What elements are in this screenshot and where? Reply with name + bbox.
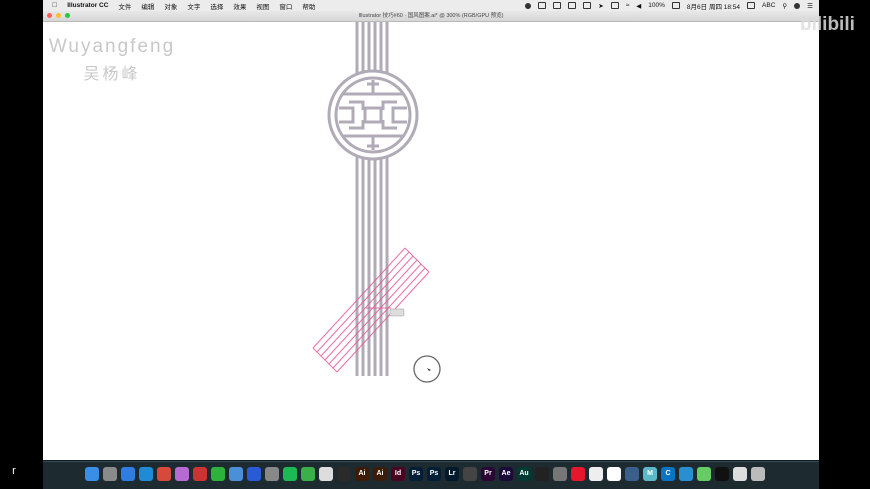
settings-icon[interactable] bbox=[553, 467, 567, 481]
premiere-icon[interactable]: Pr bbox=[481, 467, 495, 481]
keyboard-icon[interactable] bbox=[747, 2, 756, 9]
menu-edit[interactable]: 编辑 bbox=[141, 1, 154, 11]
menu-select[interactable]: 选择 bbox=[210, 1, 223, 11]
siri-icon[interactable] bbox=[794, 2, 801, 9]
illustrator-icon[interactable]: Ai bbox=[373, 467, 387, 481]
cloud-icon[interactable]: C bbox=[661, 467, 675, 481]
menu-object[interactable]: 对象 bbox=[164, 1, 177, 11]
battery-text[interactable]: 100% bbox=[648, 2, 665, 9]
spotify-icon[interactable] bbox=[283, 467, 297, 481]
selected-rotated-stripes[interactable] bbox=[312, 247, 430, 373]
artboard-canvas[interactable]: Wuyangfeng 吴杨峰 bbox=[43, 22, 819, 460]
finder-icon[interactable] bbox=[85, 467, 99, 481]
watermark-name-cn: 吴杨峰 bbox=[83, 66, 141, 83]
feather-icon[interactable] bbox=[697, 467, 711, 481]
bird-icon[interactable] bbox=[589, 467, 603, 481]
apple-icon[interactable]:  bbox=[52, 2, 57, 9]
text-icon[interactable] bbox=[607, 467, 621, 481]
display-icon[interactable] bbox=[583, 2, 592, 9]
mweb-icon[interactable]: M bbox=[643, 467, 657, 481]
appstore-icon[interactable] bbox=[121, 467, 135, 481]
game-icon[interactable] bbox=[193, 467, 207, 481]
maps-icon[interactable] bbox=[301, 467, 315, 481]
audition-icon[interactable]: Au bbox=[517, 467, 531, 481]
screen:  Illustrator CC 文件 编辑 对象 文字 选择 效果 视图 窗口… bbox=[43, 0, 819, 489]
font-icon[interactable] bbox=[319, 467, 333, 481]
dock-apps: Ai Ai Id Ps Ps Lr Pr Ae Au M C bbox=[85, 467, 769, 481]
lightroom-icon[interactable]: Lr bbox=[445, 467, 459, 481]
baidu-icon[interactable] bbox=[247, 467, 261, 481]
artwork bbox=[312, 22, 441, 383]
watermark-name-en: Wuyangfeng bbox=[48, 36, 176, 57]
minimize-button[interactable] bbox=[56, 13, 61, 18]
document-title: Illustrator 技巧#60 · 国风图案.ai* @ 300% (RGB… bbox=[358, 13, 504, 19]
close-button[interactable] bbox=[47, 13, 52, 18]
volume-icon[interactable]: ◀ bbox=[636, 2, 641, 10]
indesign-icon[interactable]: Id bbox=[391, 467, 405, 481]
launchpad-icon[interactable] bbox=[103, 467, 117, 481]
wifi-icon[interactable]: ≈ bbox=[626, 2, 630, 9]
menu-window[interactable]: 窗口 bbox=[279, 1, 292, 11]
menu-effect[interactable]: 效果 bbox=[233, 1, 246, 11]
photoshop-icon[interactable]: Ps bbox=[409, 467, 423, 481]
bilibili-logo: bilibili bbox=[800, 14, 855, 35]
menu-file[interactable]: 文件 bbox=[118, 1, 131, 11]
menu-type[interactable]: 文字 bbox=[187, 1, 200, 11]
status-area: ➤ ≈ ◀ 100% 8月6日 周四 18:54 ABC ⚲ ☰ bbox=[518, 1, 819, 11]
clapper-icon[interactable] bbox=[463, 467, 477, 481]
screen-icon[interactable] bbox=[715, 467, 729, 481]
photoshop-icon[interactable]: Ps bbox=[427, 467, 441, 481]
menu-help[interactable]: 帮助 bbox=[302, 1, 315, 11]
trash-icon[interactable] bbox=[751, 467, 765, 481]
input-method[interactable]: ABC bbox=[762, 2, 775, 9]
cursor-icon[interactable]: ➤ bbox=[598, 2, 603, 10]
record-icon[interactable] bbox=[535, 467, 549, 481]
clock[interactable]: 8月6日 周四 18:54 bbox=[687, 1, 740, 11]
battery-icon[interactable] bbox=[671, 2, 680, 9]
window-icon[interactable] bbox=[553, 2, 562, 9]
window-controls bbox=[47, 13, 74, 18]
wechat-icon[interactable] bbox=[211, 467, 225, 481]
sync-icon[interactable] bbox=[679, 467, 693, 481]
notification-center-icon[interactable]: ☰ bbox=[807, 2, 813, 10]
clipboard-icon[interactable] bbox=[568, 2, 577, 9]
menu-view[interactable]: 视图 bbox=[256, 1, 269, 11]
bluetooth-icon[interactable] bbox=[610, 2, 619, 9]
search-icon[interactable]: ⚲ bbox=[782, 2, 787, 10]
terminal-icon[interactable] bbox=[337, 467, 351, 481]
cyberduck-icon[interactable] bbox=[625, 467, 639, 481]
preview-icon[interactable] bbox=[733, 467, 747, 481]
click-indicator bbox=[413, 355, 441, 383]
rotate-cursor bbox=[389, 308, 405, 317]
round-ornament[interactable] bbox=[327, 69, 419, 161]
aftereffects-icon[interactable]: Ae bbox=[499, 467, 513, 481]
xcode-icon[interactable] bbox=[229, 467, 243, 481]
menu-app-name[interactable]: Illustrator CC bbox=[67, 2, 108, 9]
dock: Ai Ai Id Ps Ps Lr Pr Ae Au M C bbox=[43, 461, 819, 489]
screen-mirror-icon[interactable] bbox=[538, 2, 547, 9]
weibo-icon[interactable] bbox=[571, 467, 585, 481]
illustrator-icon[interactable]: Ai bbox=[355, 467, 369, 481]
record-icon[interactable] bbox=[525, 2, 532, 9]
photos-icon[interactable] bbox=[175, 467, 189, 481]
chrome-icon[interactable] bbox=[157, 467, 171, 481]
key-hint: r bbox=[7, 464, 21, 480]
window-titlebar[interactable]: Illustrator 技巧#60 · 国风图案.ai* @ 300% (RGB… bbox=[43, 11, 819, 22]
zoom-button[interactable] bbox=[65, 13, 70, 18]
safari-icon[interactable] bbox=[139, 467, 153, 481]
watermark: Wuyangfeng 吴杨峰 bbox=[43, 36, 181, 84]
quicktime-icon[interactable] bbox=[265, 467, 279, 481]
